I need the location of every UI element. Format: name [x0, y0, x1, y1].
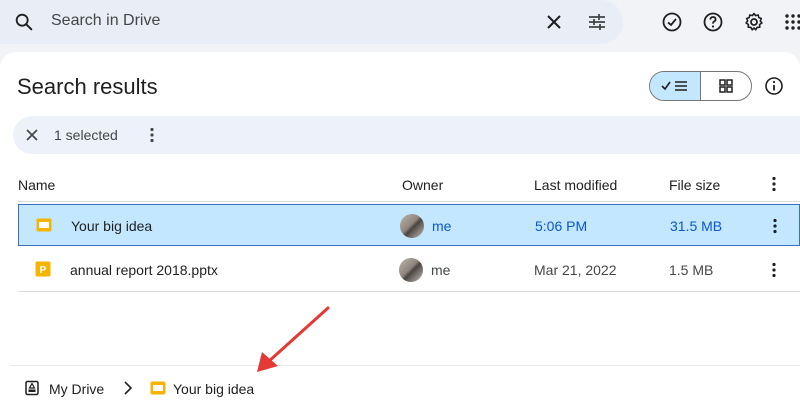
- search-icon[interactable]: [13, 11, 35, 33]
- file-owner: me: [432, 218, 452, 234]
- breadcrumb: My Drive Your big idea: [0, 372, 800, 407]
- help-icon[interactable]: [702, 11, 724, 33]
- pptx-icon: P: [35, 261, 51, 277]
- clear-selection-icon[interactable]: [25, 128, 39, 142]
- annotation-arrow-icon: [257, 306, 330, 372]
- selection-bar: 1 selected: [13, 116, 800, 154]
- breadcrumb-divider: [10, 365, 800, 366]
- table-row[interactable]: P annual report 2018.pptx me Mar 21, 202…: [18, 249, 800, 292]
- main-panel: Search results 1 selected Name Owner Las…: [0, 52, 800, 407]
- view-toggle[interactable]: [649, 71, 752, 101]
- settings-gear-icon[interactable]: [743, 11, 765, 33]
- slides-icon: [150, 381, 166, 395]
- clear-search-icon[interactable]: [544, 12, 564, 32]
- apps-grid-icon[interactable]: [784, 11, 800, 33]
- file-name: Your big idea: [71, 218, 153, 234]
- file-owner: me: [431, 262, 451, 278]
- search-bar[interactable]: Search in Drive: [0, 0, 623, 44]
- svg-text:P: P: [40, 265, 47, 276]
- breadcrumb-current-file[interactable]: Your big idea: [173, 381, 254, 397]
- file-modified: Mar 21, 2022: [534, 262, 617, 278]
- header-divider: [18, 201, 800, 202]
- list-view-button[interactable]: [650, 72, 701, 100]
- grid-icon: [719, 79, 733, 93]
- search-input[interactable]: Search in Drive: [51, 12, 160, 30]
- search-options-icon[interactable]: [586, 11, 608, 33]
- file-size: 31.5 MB: [670, 218, 723, 234]
- file-modified: 5:06 PM: [535, 218, 588, 234]
- column-header-modified[interactable]: Last modified: [534, 177, 617, 193]
- grid-view-button[interactable]: [701, 72, 752, 100]
- info-icon[interactable]: [764, 76, 784, 96]
- file-size: 1.5 MB: [669, 262, 714, 278]
- ready-for-offline-icon[interactable]: [661, 11, 683, 33]
- column-header-owner[interactable]: Owner: [402, 177, 443, 193]
- page-title: Search results: [17, 74, 158, 99]
- column-options-icon[interactable]: [765, 175, 783, 193]
- avatar: [400, 214, 424, 238]
- avatar: [399, 258, 423, 282]
- more-actions-icon[interactable]: [765, 261, 783, 279]
- more-actions-icon[interactable]: [766, 217, 784, 235]
- my-drive-icon: [25, 380, 39, 396]
- column-header-name[interactable]: Name: [18, 177, 55, 193]
- file-name: annual report 2018.pptx: [70, 262, 218, 278]
- column-header-size[interactable]: File size: [669, 177, 720, 193]
- table-row[interactable]: Your big idea me 5:06 PM 31.5 MB: [18, 204, 800, 246]
- chevron-right-icon: [124, 381, 133, 395]
- slides-icon: [36, 218, 52, 232]
- selection-count: 1 selected: [54, 127, 118, 143]
- breadcrumb-my-drive[interactable]: My Drive: [49, 381, 104, 397]
- checked-list-icon: [661, 81, 687, 91]
- more-actions-icon[interactable]: [143, 126, 161, 144]
